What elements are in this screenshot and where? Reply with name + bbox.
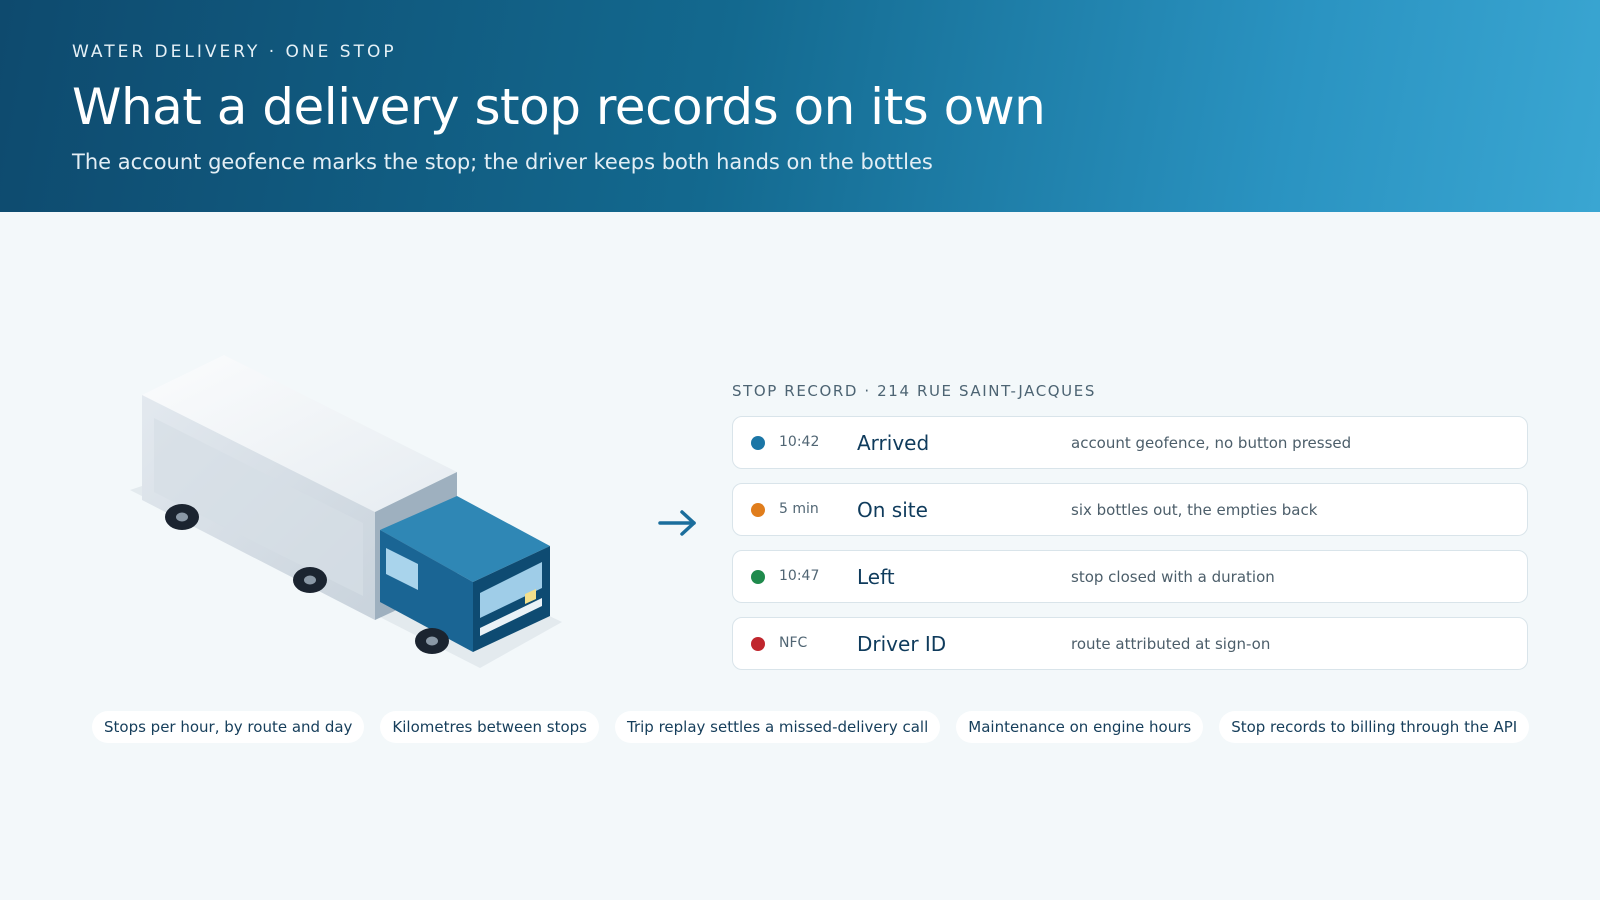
feature-chip-trip-replay: Trip replay settles a missed-delivery ca… — [614, 711, 941, 743]
row-time: NFC — [779, 635, 808, 651]
row-note: route attributed at sign-on — [1071, 635, 1271, 653]
row-time: 10:42 — [779, 434, 820, 450]
feature-chip-billing-api: Stop records to billing through the API — [1219, 711, 1530, 743]
delivery-truck-illustration — [130, 355, 562, 668]
stop-record-list: 10:42 Arrived account geofence, no butto… — [732, 416, 1528, 684]
row-state: Left — [857, 565, 895, 589]
arrow-right-icon — [658, 510, 696, 536]
row-time: 10:47 — [779, 568, 820, 584]
feature-chips: Stops per hour, by route and day Kilomet… — [92, 711, 1532, 743]
status-dot — [751, 503, 765, 517]
page-title: What a delivery stop records on its own — [72, 78, 1046, 136]
row-state: Driver ID — [857, 632, 947, 656]
stop-record-label: STOP RECORD · 214 RUE SAINT-JACQUES — [732, 382, 1096, 400]
status-dot — [751, 436, 765, 450]
feature-chip-maintenance: Maintenance on engine hours — [956, 711, 1204, 743]
page-subtitle: The account geofence marks the stop; the… — [72, 150, 933, 174]
row-note: account geofence, no button pressed — [1071, 434, 1352, 452]
eyebrow: WATER DELIVERY · ONE STOP — [72, 42, 397, 62]
stop-record-row-on-site: 5 min On site six bottles out, the empti… — [732, 483, 1528, 536]
row-state: On site — [857, 498, 928, 522]
header-banner: WATER DELIVERY · ONE STOP What a deliver… — [0, 0, 1600, 212]
stop-record-row-left: 10:47 Left stop closed with a duration — [732, 550, 1528, 603]
row-note: stop closed with a duration — [1071, 568, 1275, 586]
status-dot — [751, 570, 765, 584]
row-time: 5 min — [779, 501, 819, 517]
row-state: Arrived — [857, 431, 930, 455]
stop-record-row-arrived: 10:42 Arrived account geofence, no butto… — [732, 416, 1528, 469]
stop-record-row-driver-id: NFC Driver ID route attributed at sign-o… — [732, 617, 1528, 670]
feature-chip-kilometres: Kilometres between stops — [380, 711, 599, 743]
status-dot — [751, 637, 765, 651]
row-note: six bottles out, the empties back — [1071, 501, 1318, 519]
feature-chip-stops-per-hour: Stops per hour, by route and day — [92, 711, 365, 743]
